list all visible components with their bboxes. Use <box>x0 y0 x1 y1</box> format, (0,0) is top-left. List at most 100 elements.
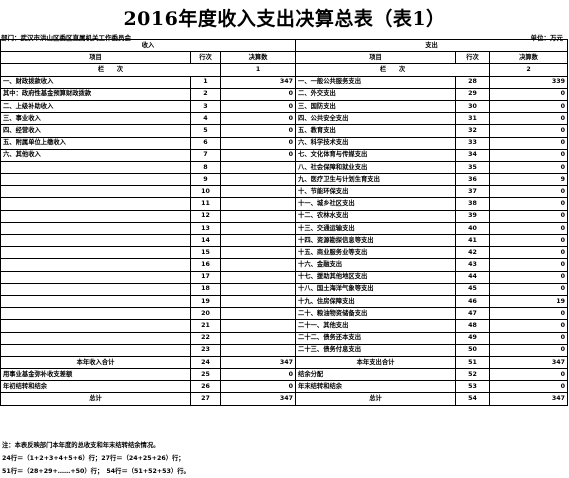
table-row: 本年收入合计 24 347 本年支出合计 51 347 <box>0 355 569 370</box>
expense-item-cell: 十一、城乡社区支出 <box>295 197 457 211</box>
expense-value-cell: 0 <box>489 99 569 114</box>
expense-item-cell: 七、文化体育与传媒支出 <box>295 148 457 162</box>
income-value-cell: 0 <box>219 148 297 162</box>
income-value-cell: 0 <box>219 87 297 101</box>
income-line-cell: 11 <box>190 197 221 211</box>
table-row: 9 九、医疗卫生与计划生育支出 36 9 <box>0 173 569 187</box>
expense-value-cell: 0 <box>489 124 569 138</box>
income-value-cell: 0 <box>219 380 297 394</box>
section-header-row: 收入 支出 <box>0 38 569 53</box>
expense-item-cell: 十、节能环保支出 <box>295 185 457 199</box>
expense-item-cell: 五、教育支出 <box>295 124 457 138</box>
income-item-cell <box>0 160 191 175</box>
expense-item-cell: 九、医疗卫生与计划生育支出 <box>295 173 457 187</box>
expense-line-cell: 32 <box>455 124 491 138</box>
income-line-cell: 3 <box>190 99 221 114</box>
table-row: 四、经营收入 5 0 五、教育支出 32 0 <box>0 124 569 138</box>
expense-item-cell: 四、公共安全支出 <box>295 112 457 126</box>
expense-item-cell: 十四、资源勘探信息等支出 <box>295 233 457 248</box>
income-item-cell: 四、经营收入 <box>0 124 191 138</box>
expense-value-cell: 9 <box>489 173 569 187</box>
expense-value-cell: 0 <box>489 221 569 236</box>
income-item-header: 项目 <box>0 51 191 65</box>
expense-line-cell: 39 <box>455 209 491 223</box>
income-line-cell: 24 <box>190 355 221 370</box>
income-item-cell <box>0 331 191 345</box>
income-line-cell: 14 <box>190 233 221 248</box>
expense-item-cell: 十五、商业服务业等支出 <box>295 246 457 260</box>
income-item-cell: 年初结转和结余 <box>0 380 191 394</box>
table-row: 19 十九、住房保障支出 46 19 <box>0 294 569 309</box>
income-column-label: 栏 次 <box>0 63 221 77</box>
income-line-cell: 2 <box>190 87 221 101</box>
expense-item-cell: 二十二、债务还本支出 <box>295 331 457 345</box>
table-row: 17 十七、援助其他地区支出 44 0 <box>0 270 569 284</box>
income-value-cell <box>219 319 297 333</box>
income-value-cell <box>219 197 297 211</box>
income-item-cell: 一、财政拨款收入 <box>0 75 191 89</box>
income-line-cell: 6 <box>190 136 221 150</box>
income-line-cell: 12 <box>190 209 221 223</box>
income-value-cell <box>219 294 297 309</box>
income-item-cell <box>0 258 191 272</box>
expense-value-cell: 0 <box>489 307 569 321</box>
expense-value-cell: 19 <box>489 294 569 309</box>
expense-line-cell: 51 <box>455 355 491 370</box>
expense-value-cell: 0 <box>489 136 569 150</box>
expense-line-cell: 31 <box>455 112 491 126</box>
income-line-cell: 1 <box>190 75 221 89</box>
income-line-cell: 22 <box>190 331 221 345</box>
column-header-row: 项目 行次 决算数 项目 行次 决算数 <box>0 51 569 65</box>
income-item-cell: 本年收入合计 <box>0 355 191 370</box>
income-line-cell: 23 <box>190 343 221 357</box>
income-line-cell: 27 <box>190 392 221 406</box>
income-value-cell <box>219 173 297 187</box>
expense-item-cell: 年末结转和结余 <box>295 380 457 394</box>
report-page: 2016年度收入支出决算总表（表1） 部门：武汉市洪山区委区直属机关工作委员会 … <box>0 0 569 478</box>
expense-line-cell: 43 <box>455 258 491 272</box>
expense-line-cell: 38 <box>455 197 491 211</box>
expense-line-cell: 37 <box>455 185 491 199</box>
expense-item-cell: 六、科学技术支出 <box>295 136 457 150</box>
expense-line-cell: 44 <box>455 270 491 284</box>
income-value-cell <box>219 282 297 296</box>
income-line-cell: 15 <box>190 246 221 260</box>
income-item-cell <box>0 294 191 309</box>
table-row: 8 八、社会保障和就业支出 35 0 <box>0 160 569 175</box>
income-item-cell: 用事业基金弥补收支差额 <box>0 368 191 382</box>
table-row: 16 十六、金融支出 43 0 <box>0 258 569 272</box>
income-item-cell <box>0 221 191 236</box>
table-row: 用事业基金弥补收支差额 25 0 结余分配 52 0 <box>0 368 569 382</box>
expense-value-cell: 0 <box>489 246 569 260</box>
expense-value-cell: 0 <box>489 368 569 382</box>
income-value-cell: 347 <box>219 75 297 89</box>
expense-line-cell: 46 <box>455 294 491 309</box>
expense-value-cell: 339 <box>489 75 569 89</box>
expense-line-cell: 40 <box>455 221 491 236</box>
expense-value-cell: 0 <box>489 282 569 296</box>
table-row: 二、上级补助收入 3 0 三、国防支出 30 0 <box>0 99 569 114</box>
income-value-cell: 347 <box>219 392 297 406</box>
table-row: 五、附属单位上缴收入 6 0 六、科学技术支出 33 0 <box>0 136 569 150</box>
income-line-cell: 5 <box>190 124 221 138</box>
expense-line-cell: 52 <box>455 368 491 382</box>
income-line-cell: 16 <box>190 258 221 272</box>
income-item-cell: 总计 <box>0 392 191 406</box>
expense-item-cell: 十九、住房保障支出 <box>295 294 457 309</box>
footnote-2: 24行＝（1+2+3+4+5+6）行；27行＝（24+25+26）行； <box>2 455 185 462</box>
footnote-3: 51行＝（28+29+……+50）行； 54行＝（51+52+53）行。 <box>2 468 190 475</box>
income-item-cell <box>0 233 191 248</box>
footnotes: 注：本表反映部门本年度的总收支和年末结转结余情况。 24行＝（1+2+3+4+5… <box>2 439 190 478</box>
expense-value-cell: 0 <box>489 148 569 162</box>
income-item-cell <box>0 307 191 321</box>
expense-final-header: 决算数 <box>489 51 569 65</box>
income-line-cell: 25 <box>190 368 221 382</box>
expense-line-cell: 50 <box>455 343 491 357</box>
income-item-cell: 五、附属单位上缴收入 <box>0 136 191 150</box>
income-line-cell: 17 <box>190 270 221 284</box>
income-value-cell <box>219 185 297 199</box>
income-item-cell <box>0 270 191 284</box>
income-line-cell: 13 <box>190 221 221 236</box>
income-line-cell: 21 <box>190 319 221 333</box>
table-row: 10 十、节能环保支出 37 0 <box>0 185 569 199</box>
